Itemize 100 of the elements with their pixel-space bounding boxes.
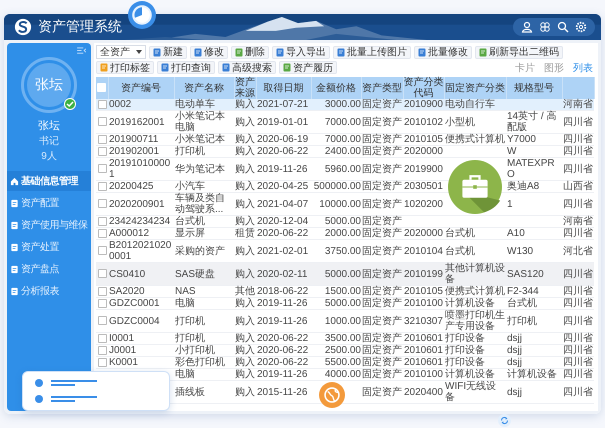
table-cell: 计算机设备 [445, 369, 495, 380]
toolbar-button[interactable]: 打印查询 [157, 61, 215, 74]
apps-icon[interactable] [539, 21, 551, 33]
search-icon[interactable] [557, 21, 569, 33]
toolbar-button[interactable]: 刷新导出二维码 [475, 46, 563, 58]
checkbox[interactable] [98, 286, 107, 296]
table-cell: 2021-04-07 [257, 198, 308, 210]
view-toggle[interactable]: 列表 [570, 61, 596, 74]
table-cell: 四川省 [563, 316, 593, 326]
table-cell: 2010601 [404, 357, 443, 368]
column-header: 取得日期 [256, 77, 311, 99]
checkbox[interactable] [98, 164, 107, 174]
checkbox[interactable] [98, 316, 107, 326]
table-cell: 四川省 [563, 298, 593, 309]
table-cell: 台式机 [445, 246, 475, 256]
table-cell: 购入 [235, 316, 255, 326]
checkbox[interactable] [98, 246, 107, 256]
member-count: 9人 [41, 150, 57, 163]
highlighted-row[interactable]: 0002 电动单车 购入 2021-07-21 3000.00固定资产 2010900 电动自行车 河南省 [96, 99, 594, 110]
checkbox[interactable] [98, 199, 107, 208]
table-cell: 2019-11-26 [257, 369, 308, 380]
table-cell: 2020200901 [109, 198, 165, 210]
table-cell: 2019162001 [109, 116, 165, 128]
toolbar-button[interactable]: 批量修改 [414, 46, 472, 58]
table-cell: 1 [507, 198, 513, 210]
toolbar-button[interactable]: 删除 [231, 46, 269, 58]
checkbox[interactable] [98, 146, 107, 156]
table-cell: 2500.00 [324, 345, 361, 356]
table-cell: 3500.00 [324, 333, 361, 344]
checkbox[interactable] [98, 298, 107, 308]
table-cell: 打印机 [175, 333, 205, 344]
filter-dropdown[interactable]: 全资产 [96, 45, 146, 59]
table-cell: 租赁 [235, 228, 255, 239]
table-cell: 河南省 [563, 99, 593, 110]
toolbar-button[interactable]: 新建 [149, 46, 187, 58]
collapse-icon[interactable] [77, 47, 86, 54]
table-cell: 四川省 [563, 333, 593, 344]
table-cell: 2020-04-25 [257, 181, 308, 192]
toolbar-button[interactable]: 高级搜索 [218, 61, 276, 74]
table-cell: 500000.00 [314, 181, 361, 192]
toolbar-button[interactable]: 批量上传图片 [333, 46, 411, 58]
table-cell: 四川省 [563, 386, 593, 398]
table-cell: 其他计算机设备 [445, 263, 505, 285]
globe-icon [319, 382, 345, 408]
table-cell: 固定资产 [362, 286, 402, 297]
checkbox[interactable] [98, 228, 107, 238]
table-cell: 小打印机 [175, 345, 215, 356]
table-cell: 购入 [235, 216, 255, 227]
table-cell: dsjj [507, 345, 522, 356]
checkbox[interactable] [98, 216, 107, 226]
toolbar-button[interactable]: 修改 [190, 46, 228, 58]
table-cell: 购入 [235, 181, 255, 192]
table-cell: 1500.00 [324, 286, 361, 297]
checkbox[interactable] [98, 346, 107, 355]
toolbar-button[interactable]: 打印标签 [96, 61, 154, 74]
table-cell: 2000.00 [324, 228, 361, 239]
checkbox[interactable] [98, 358, 107, 367]
column-header: 规格型号 [506, 77, 562, 99]
table-cell: 购入 [235, 99, 255, 110]
table-cell: 固定资产 [362, 316, 402, 326]
table-cell: W [507, 146, 516, 157]
user-icon[interactable] [521, 21, 533, 33]
table-cell: 计算机设备 [507, 369, 557, 380]
document-icon [10, 220, 19, 230]
select-all-checkbox[interactable] [97, 83, 106, 92]
document-icon [10, 242, 19, 252]
table-cell: 四川省 [563, 146, 593, 157]
table-cell: 购入 [235, 333, 255, 344]
table-cell: 固定资产 [362, 246, 402, 256]
table-cell: K0001 [109, 357, 138, 368]
checkbox[interactable] [98, 100, 107, 109]
table-cell: 购入 [235, 386, 255, 398]
toolbar-button[interactable]: 资产履历 [279, 61, 337, 74]
table-cell: 2020-06-22 [257, 357, 308, 368]
checkbox[interactable] [98, 334, 107, 343]
table-cell: 显示屏 [175, 228, 205, 239]
table-cell: 便携式计算机 [445, 286, 505, 297]
document-icon [235, 48, 243, 56]
settings-icon[interactable] [575, 21, 587, 33]
checkbox[interactable] [98, 134, 107, 144]
table-cell: NAS [175, 286, 196, 297]
table-cell: SA2020 [109, 286, 145, 297]
table-cell: A10 [507, 228, 525, 239]
checkbox[interactable] [98, 117, 107, 126]
table-cell: Y7000 [507, 134, 536, 145]
table-cell: 四川省 [563, 134, 593, 145]
table-cell: 购入 [235, 146, 255, 157]
menu-item[interactable]: 基础信息管理 [7, 171, 91, 191]
table-cell: 购入 [235, 246, 255, 256]
table-cell: 2019-11-26 [257, 298, 308, 309]
table-cell: 14英寸 / 高配版 [507, 111, 556, 133]
column-header: 资产类型 [361, 77, 403, 99]
toolbar-button[interactable]: 导入导出 [272, 46, 330, 58]
checkbox[interactable] [98, 269, 107, 278]
table-cell: 台式机 [507, 298, 537, 309]
checkbox[interactable] [98, 182, 107, 191]
table-cell: 2020000 [404, 146, 443, 157]
table-cell: 河南省 [563, 216, 593, 227]
table-cell: 5500.00 [324, 357, 361, 368]
table-cell: 四川省 [563, 198, 593, 210]
